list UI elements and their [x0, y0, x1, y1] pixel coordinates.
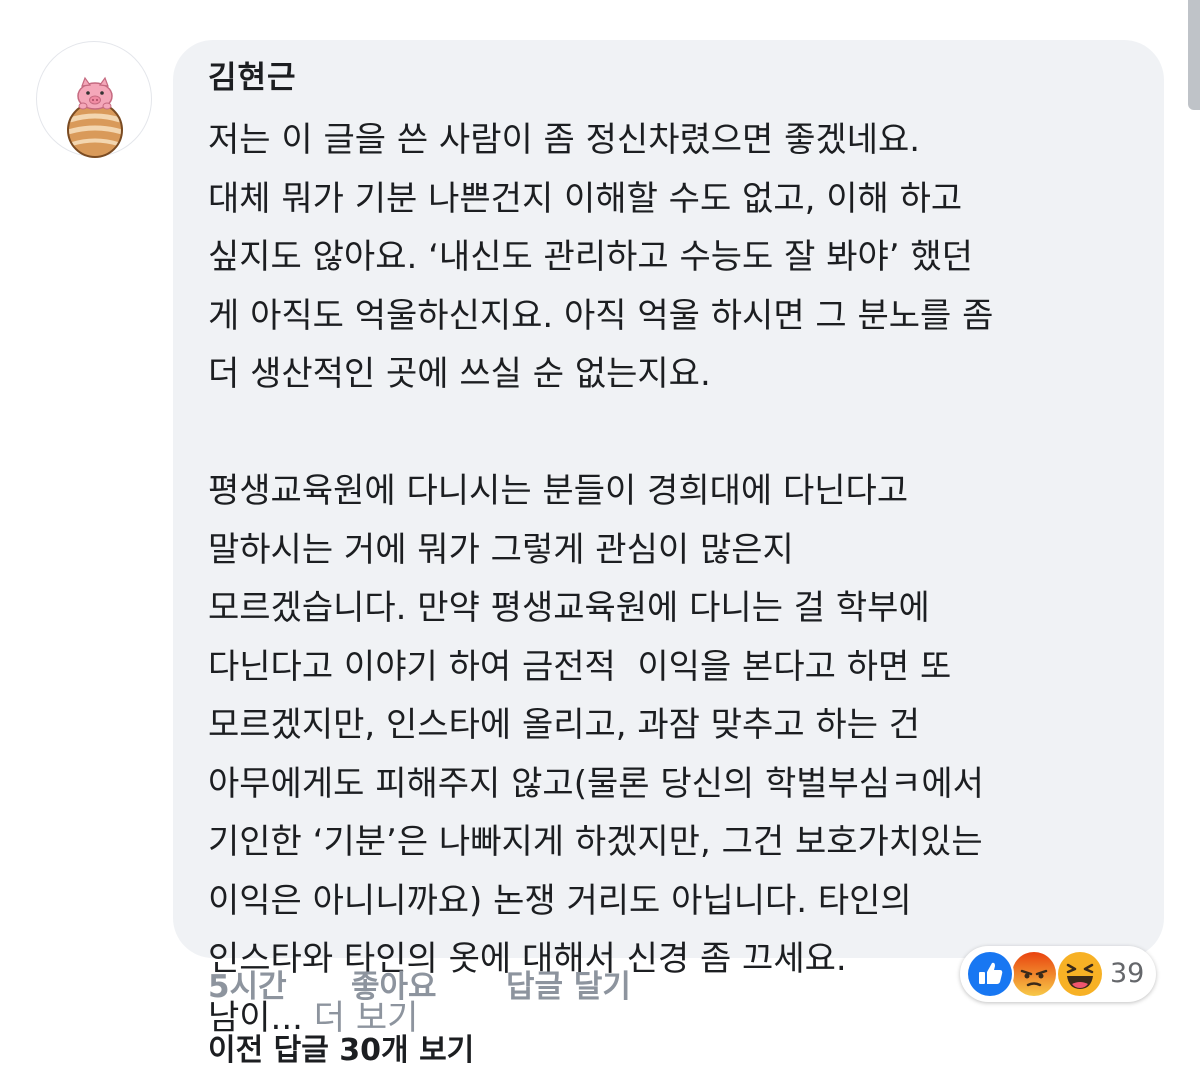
comment-line: 모르겠지만, 인스타에 올리고, 과잠 맞추고 하는 건	[208, 705, 921, 745]
comment-line: 대체 뭐가 기분 나쁜건지 이해할 수도 없고, 이해 하고	[208, 178, 963, 219]
view-previous-replies-link[interactable]: 이전 답글 30개 보기	[208, 1029, 474, 1073]
reaction-count: 39	[1110, 958, 1145, 989]
angry-icon	[1010, 950, 1058, 998]
comment-line: 모르겠습니다. 만약 평생교육원에 다니는 걸 학부에	[208, 588, 930, 628]
comment-line: 이익은 아니니까요) 논쟁 거리도 아닙니다. 타인의	[208, 880, 912, 921]
haha-icon	[1056, 950, 1104, 998]
comment-line: 게 아직도 억울하신지요. 아직 억울 하시면 그 분노를 좀	[208, 295, 994, 336]
comment-line: 다닌다고 이야기 하여 금전적 이익을 본다고 하면 또	[208, 646, 952, 687]
comment-line: 아무에게도 피해주지 않고(물론 당신의 학벌부심ㅋ에서	[208, 763, 984, 804]
comment-author[interactable]: 김현근	[208, 56, 297, 100]
reply-button[interactable]: 답글 달기	[506, 962, 631, 1012]
comment-text: 저는 이 글을 쓴 사람이 좀 정신차렸으면 좋겠네요. 대체 뭐가 기분 나쁜…	[208, 111, 1148, 1047]
comment-line: 더 생산적인 곳에 쓰실 순 없는지요.	[208, 354, 711, 394]
comment-line: 평생교육원에 다니시는 분들이 경희대에 다닌다고	[208, 471, 909, 511]
scrollbar[interactable]	[1188, 0, 1200, 110]
like-button[interactable]: 좋아요	[351, 962, 437, 1012]
pig-on-ball-icon	[67, 76, 123, 158]
like-icon	[966, 950, 1014, 998]
comment-line: 기인한 ‘기분’은 나빠지게 하겠지만, 그건 보호가치있는	[208, 822, 983, 862]
comment-timestamp[interactable]: 5시간	[208, 962, 287, 1012]
comment-line: 싶지도 않아요. ‘내신도 관리하고 수능도 잘 봐야’ 했던	[208, 237, 973, 277]
reactions-summary[interactable]: 39	[960, 946, 1156, 1002]
avatar[interactable]	[36, 41, 152, 158]
comment-line: 말하시는 거에 뭐가 그렇게 관심이 많은지	[208, 529, 794, 570]
comment-line: 저는 이 글을 쓴 사람이 좀 정신차렸으면 좋겠네요.	[208, 120, 921, 160]
